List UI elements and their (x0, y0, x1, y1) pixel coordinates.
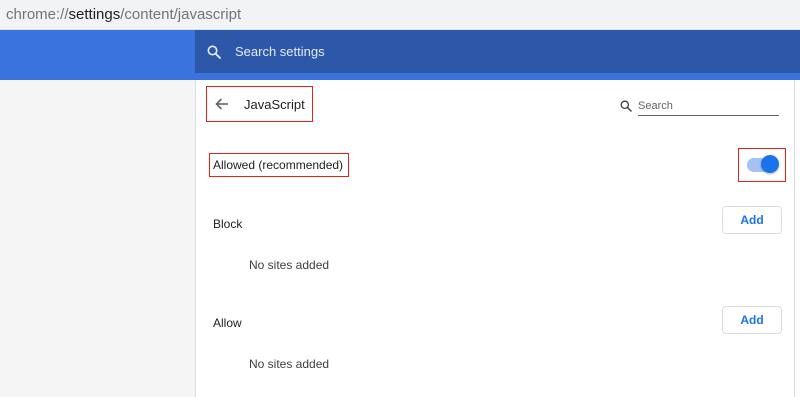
title-highlight-box (206, 86, 313, 122)
allow-section-title: Allow (213, 316, 242, 330)
toggle-highlight-box (738, 148, 786, 182)
page-search-input[interactable] (638, 96, 779, 116)
allow-add-button[interactable]: Add (722, 306, 782, 334)
settings-search-bar[interactable] (195, 30, 800, 73)
settings-search-input[interactable] (235, 44, 635, 59)
url-scheme: chrome:// (6, 6, 69, 23)
address-bar[interactable]: chrome://settings/content/javascript (0, 0, 800, 30)
url-host: settings (68, 6, 121, 23)
search-icon (207, 45, 221, 59)
search-icon (620, 100, 632, 112)
page-search[interactable] (620, 96, 781, 116)
block-section-title: Block (213, 217, 243, 231)
allowed-highlight-box (209, 153, 349, 177)
allow-empty-message: No sites added (249, 357, 330, 371)
settings-header (0, 30, 800, 80)
url-path: /content/javascript (120, 6, 242, 23)
left-pane (0, 80, 195, 397)
block-empty-message: No sites added (249, 258, 330, 272)
block-add-button[interactable]: Add (722, 206, 782, 234)
settings-card (195, 80, 795, 397)
